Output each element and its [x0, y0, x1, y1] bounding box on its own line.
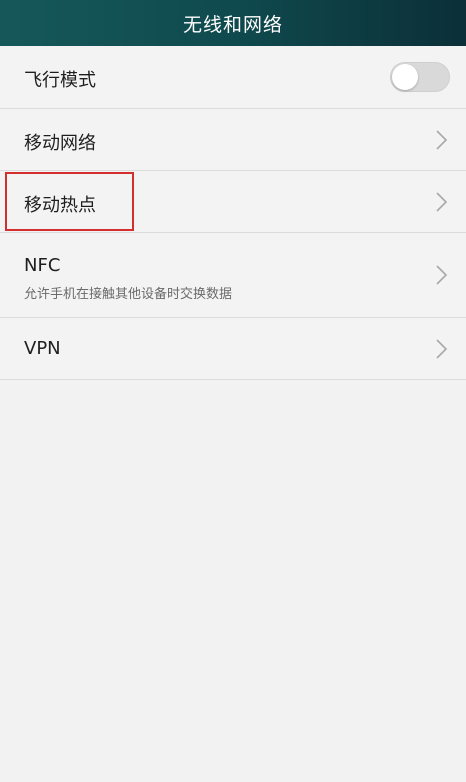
chevron-right-icon: [436, 130, 448, 150]
nfc-description: 允许手机在接触其他设备时交换数据: [24, 287, 233, 302]
toggle-knob: [392, 64, 418, 90]
page-title: 无线和网络: [182, 13, 283, 36]
highlight-box: [5, 172, 134, 231]
title-bar: 无线和网络: [0, 0, 466, 46]
mobile-network-label: 移动网络: [24, 133, 96, 154]
vpn-label: VPN: [24, 338, 61, 359]
chevron-right-icon: [436, 339, 448, 359]
chevron-right-icon: [436, 192, 448, 212]
mobile-network-row[interactable]: 移动网络: [0, 109, 466, 171]
airplane-mode-label: 飞行模式: [24, 70, 96, 91]
nfc-label: NFC: [24, 255, 61, 276]
chevron-right-icon: [436, 265, 448, 285]
airplane-mode-toggle[interactable]: [390, 62, 450, 92]
vpn-row[interactable]: VPN: [0, 318, 466, 380]
airplane-mode-row[interactable]: 飞行模式: [0, 46, 466, 109]
nfc-row[interactable]: NFC 允许手机在接触其他设备时交换数据: [0, 233, 466, 318]
